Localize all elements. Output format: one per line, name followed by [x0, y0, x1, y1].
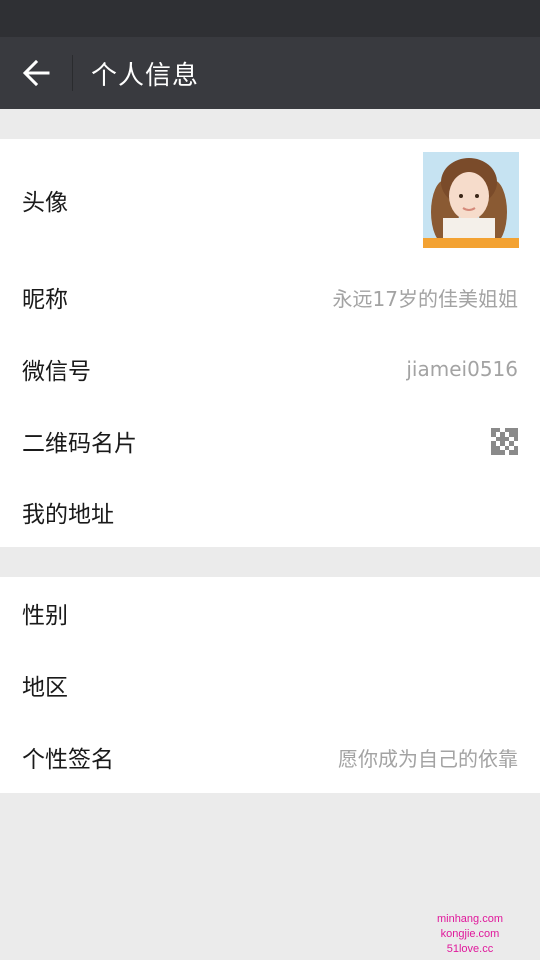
avatar-label: 头像: [22, 190, 68, 216]
region-row[interactable]: 地区: [0, 649, 540, 721]
nickname-value: 永远17岁的佳美姐姐: [332, 286, 518, 311]
nickname-row[interactable]: 昵称 永远17岁的佳美姐姐: [0, 261, 540, 333]
qr-code-icon: [491, 427, 518, 455]
address-row[interactable]: 我的地址: [0, 477, 540, 547]
title-divider: [72, 55, 73, 91]
avatar-photo: [423, 152, 519, 248]
avatar-row[interactable]: 头像: [0, 139, 540, 261]
region-label: 地区: [22, 675, 68, 701]
qr-card-label: 二维码名片: [22, 431, 137, 457]
profile-section: 头像 昵称 永远17岁的佳美姐姐 微信号 jiamei0516 二维码名片 我的…: [0, 139, 540, 547]
signature-row[interactable]: 个性签名 愿你成为自己的依靠: [0, 721, 540, 793]
avatar: [423, 152, 519, 248]
signature-value: 愿你成为自己的依靠: [338, 746, 518, 771]
back-button[interactable]: [0, 37, 72, 109]
watermark-line-1: minhang.com: [436, 913, 504, 925]
signature-label: 个性签名: [22, 747, 114, 773]
wechat-id-label: 微信号: [22, 359, 91, 385]
nickname-label: 昵称: [22, 287, 68, 313]
status-bar: [0, 0, 540, 37]
watermark: minhang.com kongjie.com 51love.cc: [420, 912, 520, 957]
details-section: 性别 地区 个性签名 愿你成为自己的依靠: [0, 577, 540, 793]
gender-label: 性别: [22, 603, 68, 629]
qr-card-row[interactable]: 二维码名片: [0, 405, 540, 477]
gender-row[interactable]: 性别: [0, 577, 540, 649]
wechat-id-value: jiamei0516: [406, 357, 518, 381]
title-bar: 个人信息: [0, 37, 540, 109]
page-title: 个人信息: [91, 60, 200, 91]
watermark-line-2: kongjie.com: [440, 928, 500, 940]
arrow-left-icon: [22, 59, 50, 87]
watermark-line-3: 51love.cc: [446, 943, 494, 955]
address-label: 我的地址: [22, 502, 114, 528]
wechat-id-row[interactable]: 微信号 jiamei0516: [0, 333, 540, 405]
